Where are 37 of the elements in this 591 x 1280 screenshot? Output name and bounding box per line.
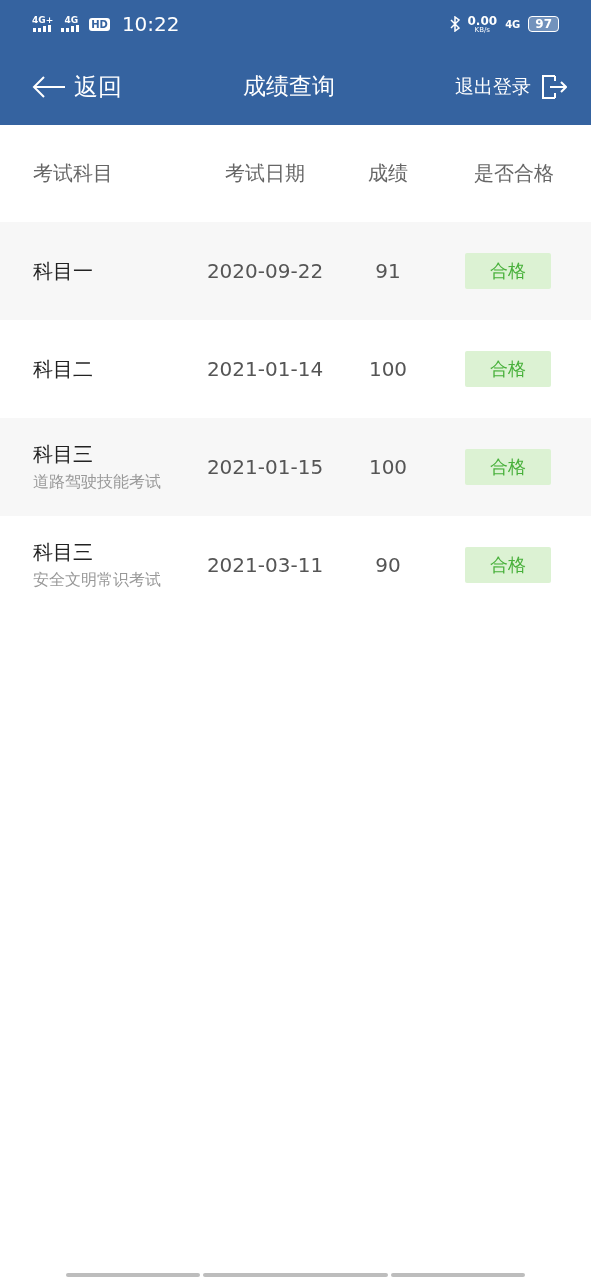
page-title: 成绩查询 bbox=[241, 72, 336, 101]
clock-time: 10:22 bbox=[121, 12, 180, 36]
subject-name: 科目三 bbox=[33, 441, 94, 468]
subject-note: 安全文明常识考试 bbox=[33, 570, 162, 591]
exam-date: 2021-01-14 bbox=[205, 357, 325, 381]
result-badge: 合格 bbox=[464, 351, 551, 387]
back-button[interactable]: 返回 bbox=[32, 70, 122, 103]
exam-date: 2021-03-11 bbox=[205, 553, 325, 577]
subject-name: 科目一 bbox=[33, 257, 94, 285]
subject-note: 道路驾驶技能考试 bbox=[33, 472, 162, 493]
logout-icon bbox=[541, 73, 567, 100]
exam-date: 2020-09-22 bbox=[205, 259, 325, 283]
logout-button[interactable]: 退出登录 bbox=[455, 73, 567, 100]
network-label: 4G bbox=[505, 18, 521, 30]
exam-score: 91 bbox=[374, 259, 402, 283]
result-badge: 合格 bbox=[464, 547, 551, 583]
result-badge: 合格 bbox=[464, 253, 551, 289]
column-header: 是否合格 bbox=[472, 160, 555, 187]
exam-score: 100 bbox=[367, 455, 409, 479]
hd-badge: HD bbox=[89, 17, 110, 31]
signal-icon bbox=[61, 25, 82, 32]
exam-score: 90 bbox=[374, 553, 402, 577]
battery-icon: 97 bbox=[528, 16, 559, 32]
exam-score: 100 bbox=[367, 357, 409, 381]
column-header: 考试科目 bbox=[32, 160, 114, 187]
signal-label: 4G+ bbox=[32, 16, 54, 25]
subject-name: 科目二 bbox=[33, 355, 94, 383]
column-header: 考试日期 bbox=[224, 160, 306, 187]
back-arrow-icon bbox=[32, 74, 66, 99]
exam-date: 2021-01-15 bbox=[205, 455, 325, 479]
result-badge: 合格 bbox=[464, 449, 551, 485]
bluetooth-icon bbox=[449, 16, 460, 32]
subject-name: 科目三 bbox=[33, 539, 94, 566]
signal-label: 4G bbox=[64, 16, 79, 25]
net-speed: 0.00 bbox=[467, 14, 498, 27]
column-header: 成绩 bbox=[367, 160, 409, 187]
signal-icon bbox=[32, 25, 53, 32]
